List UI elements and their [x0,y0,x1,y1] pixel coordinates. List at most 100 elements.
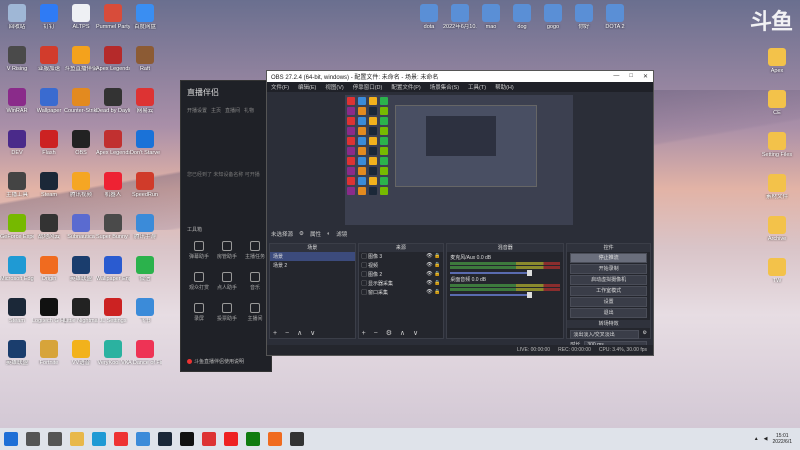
desktop-icon[interactable]: Microsoft Edge [0,256,34,282]
desktop-icon[interactable]: ALTPS [64,4,98,30]
zhibo-tool[interactable]: 音乐 [241,272,269,291]
desktop-folder-icon[interactable]: Apex [760,48,794,74]
desktop-icon[interactable]: 亚服加速 [32,46,66,72]
desktop-file-icon[interactable]: dog [505,4,539,30]
obs-menu-item[interactable]: 工具(T) [468,83,486,91]
desktop-folder-icon[interactable]: CE [760,90,794,116]
zhibo-tool[interactable]: 投票助手 [213,303,241,322]
obs-menu-item[interactable]: 配置文件(P) [391,83,420,91]
maximize-icon[interactable]: □ [629,73,633,80]
netease-icon[interactable] [202,432,216,446]
obs-menu-item[interactable]: 场景集合(S) [430,83,459,91]
sources-controls[interactable]: + − ⚙ ∧ ∨ [362,329,421,337]
obs-icon[interactable] [290,432,304,446]
tiktok-icon[interactable] [180,432,194,446]
desktop-icon[interactable]: Don't Starve [128,130,162,156]
slider-handle[interactable] [527,270,533,276]
desktop-folder-icon[interactable]: TW [760,258,794,284]
visibility-lock-icons[interactable]: 👁 🔒 [426,271,440,277]
desktop-folder-icon[interactable]: Archive [760,216,794,242]
desktop-icon[interactable]: VeryKool VK [96,340,130,366]
visibility-lock-icons[interactable]: 👁 🔒 [426,262,440,268]
zhibo-tab[interactable]: 礼物 [244,107,254,114]
desktop-icon[interactable]: 英雄联盟 [64,256,98,282]
xbox-icon[interactable] [246,432,260,446]
properties-button[interactable]: 属性 [310,230,321,238]
desktop-icon[interactable]: Apex Legends [96,130,130,156]
desktop-icon[interactable]: 百度网盘 [128,4,162,30]
scene-item[interactable]: 场景 2 [270,261,355,270]
zhibo-tab[interactable]: 开播设置 [187,107,207,114]
visibility-lock-icons[interactable]: 👁 🔒 [426,253,440,259]
network-icon[interactable]: ▲ [754,436,759,442]
red-app-icon[interactable] [224,432,238,446]
zhibo-tool[interactable]: 录屏 [185,303,213,322]
desktop-icon[interactable]: Wallpaper [32,88,66,114]
zhibo-tool[interactable]: 点人助手 [213,272,241,291]
desktop-icon[interactable]: Apex Legends [96,46,130,72]
slider-handle[interactable] [527,292,533,298]
volume-slider[interactable] [450,270,533,276]
steam-icon[interactable] [158,432,172,446]
desktop-icon[interactable]: 飞书 [128,298,162,324]
desktop-icon[interactable]: Subnautica [64,214,98,240]
scenes-controls[interactable]: + − ∧ ∨ [273,329,318,337]
desktop-icon[interactable]: 腾讯视频 [64,172,98,198]
desktop-file-icon[interactable]: DOTA 2 [598,4,632,30]
desktop-file-icon[interactable]: 2022年6月10... [443,4,477,30]
desktop-icon[interactable]: Dead by Daylight [96,88,130,114]
control-button[interactable]: 退出 [570,308,648,318]
visibility-lock-icons[interactable]: 👁 🔒 [426,289,440,295]
desktop-folder-icon[interactable]: 素材文件 [760,174,794,200]
obs-preview[interactable] [345,95,573,225]
desktop-icon[interactable]: Steam [0,298,34,324]
edge-icon[interactable] [92,432,106,446]
zhibo-tool[interactable]: 观众打赏 [185,272,213,291]
desktop-icon[interactable]: Steam [32,172,66,198]
desktop-icon[interactable]: SpeedRun [128,172,162,198]
douyu-icon[interactable] [268,432,282,446]
zhibo-tool[interactable]: 主播任务 [241,241,269,260]
desktop-icon[interactable]: GeForce Experience [0,214,34,240]
desktop-icon[interactable]: 斗鱼直播伴侣 [64,46,98,72]
desktop-icon[interactable]: 回收站 [0,4,34,30]
file-explorer-icon[interactable] [70,432,84,446]
zhibo-tab[interactable]: 直播间 [225,107,240,114]
desktop-icon[interactable]: Wallpaper Engine [96,256,130,282]
desktop-icon[interactable]: 战地风云 [32,214,66,240]
desktop-icon[interactable]: 微信 [128,256,162,282]
desktop-icon[interactable]: 英雄联盟 [0,340,34,366]
desktop-file-icon[interactable]: gogo [536,4,570,30]
desktop-icon[interactable]: JL Settings [96,298,130,324]
zhibo-tool[interactable]: 弹幕助手 [185,241,213,260]
desktop-folder-icon[interactable]: Setting Files [760,132,794,158]
desktop-icon[interactable]: 机器人 [96,172,130,198]
control-button[interactable]: 启动虚拟摄像机 [570,275,648,285]
desktop-icon[interactable]: V Rising [0,46,34,72]
gear-icon[interactable]: ⚙ [299,231,304,237]
desktop-icon[interactable]: Origin [32,256,66,282]
store-icon[interactable] [136,432,150,446]
desktop-icon[interactable]: WinRAR [0,88,34,114]
desktop-icon[interactable]: 主播工具 [0,172,34,198]
desktop-icon[interactable]: Pummel Party [96,4,130,30]
desktop-icon[interactable]: OBS [64,130,98,156]
control-button[interactable]: 设置 [570,297,648,307]
volume-icon[interactable]: ◀ [764,436,768,442]
filter-icon[interactable]: ◐ [327,231,330,237]
chrome-icon[interactable] [114,432,128,446]
desktop-icon[interactable]: Super Bunny Man [96,214,130,240]
search-icon[interactable] [26,432,40,446]
zhibo-tool[interactable]: 主播间 [241,303,269,322]
volume-slider[interactable] [450,292,533,298]
desktop-icon[interactable]: 腾讯手游 [128,214,162,240]
control-button[interactable]: 工作室模式 [570,286,648,296]
zhibo-tab[interactable]: 主页 [211,107,221,114]
obs-menu-item[interactable]: 编辑(E) [298,83,316,91]
desktop-icon[interactable]: Counter-Strike [64,88,98,114]
desktop-icon[interactable]: Raft [128,46,162,72]
source-item[interactable]: ▢ 图像 2 👁 🔒 [359,270,444,279]
desktop-file-icon[interactable]: 你好 [567,4,601,30]
close-icon[interactable]: ✕ [643,73,648,80]
desktop-icon[interactable]: Fortnite [32,340,66,366]
